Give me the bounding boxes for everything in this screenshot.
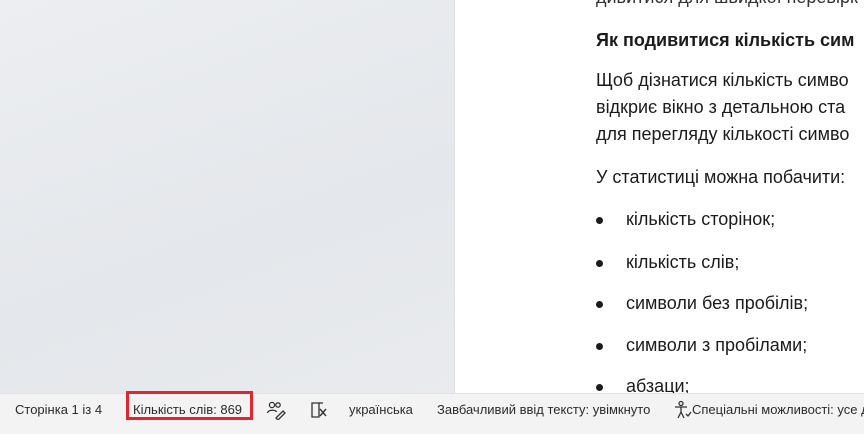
stats-intro: У статистиці можна побачити: bbox=[596, 167, 846, 187]
list-item: символи з пробілами; bbox=[595, 335, 808, 355]
paragraph-line-3: для перегляду кількості симво bbox=[596, 124, 850, 144]
accessibility-person-icon[interactable] bbox=[672, 400, 692, 420]
list-item: символи без пробілів; bbox=[595, 293, 809, 313]
document-page[interactable]: дивитися для швидкої перевірк Як подивит… bbox=[454, 0, 864, 393]
section-heading: Як подивитися кількість сим bbox=[596, 30, 855, 50]
document-canvas-background bbox=[0, 0, 454, 393]
accessibility-indicator[interactable]: Спеціальні можливості: усе д bbox=[692, 402, 864, 418]
text-predictions-icon[interactable] bbox=[309, 400, 329, 420]
list-item: абзаци; bbox=[596, 376, 690, 393]
paragraph-line-2: відкриє вікно з детальною ста bbox=[596, 97, 846, 117]
word-count-highlight-box bbox=[126, 391, 253, 420]
proofing-people-pen-icon[interactable] bbox=[266, 400, 286, 421]
predictive-text-indicator[interactable]: Завбачливий ввід тексту: увімкнуто bbox=[437, 402, 650, 418]
page-number-indicator[interactable]: Сторінка 1 із 4 bbox=[15, 402, 102, 418]
text-fragment-top: дивитися для швидкої перевірк bbox=[596, 0, 858, 8]
paragraph-line-1: Щоб дізнатися кількість симво bbox=[596, 70, 849, 90]
language-indicator[interactable]: українська bbox=[349, 402, 413, 418]
list-item: кількість сторінок; bbox=[595, 209, 776, 229]
list-item: кількість слів; bbox=[595, 252, 740, 272]
